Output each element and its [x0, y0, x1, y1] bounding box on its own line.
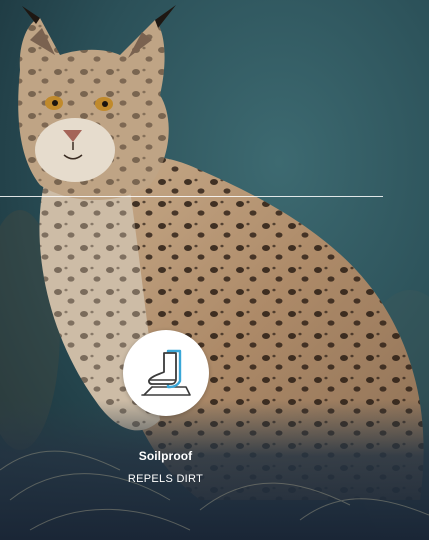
feature-subtitle: REPELS DIRT: [127, 473, 204, 485]
horizontal-divider: [0, 196, 383, 197]
soilproof-boot-icon: [140, 349, 191, 396]
feature-icon-badge: [122, 330, 209, 416]
feature-soilproof: Soilproof REPELS DIRT: [0, 330, 331, 485]
feature-title: Soilproof: [138, 449, 193, 463]
